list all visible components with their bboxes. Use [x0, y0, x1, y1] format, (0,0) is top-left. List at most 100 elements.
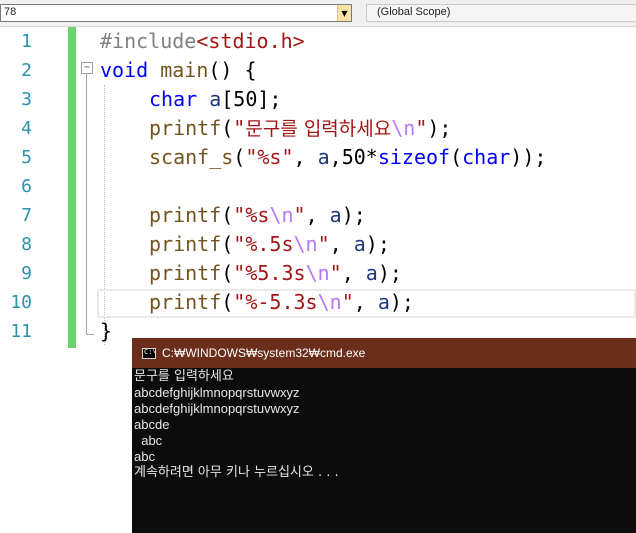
variable: a [209, 87, 222, 111]
escape-sequence: \n [317, 290, 342, 314]
console-line: 계속하려면 아무 키나 누르십시오 . . . [134, 465, 339, 480]
punctuation: ( [221, 290, 234, 314]
console-icon-text: C:\ [144, 348, 157, 356]
variable: a [353, 232, 366, 256]
escape-sequence: \n [269, 203, 294, 227]
variable: a [377, 290, 390, 314]
string-quote: " [341, 290, 354, 314]
line-number: 10 [10, 292, 32, 313]
punctuation: , [341, 261, 366, 285]
punctuation: , [353, 290, 378, 314]
string-quote: " [415, 116, 428, 140]
function-name: printf [149, 232, 222, 256]
function-name: printf [149, 203, 222, 227]
closing-brace: } [100, 319, 113, 343]
punctuation: , [305, 203, 330, 227]
code-line-2[interactable]: void main() { [100, 56, 257, 85]
string-quote: " [233, 261, 246, 285]
expression: ,50* [329, 145, 378, 169]
punctuation: , [293, 145, 318, 169]
console-window[interactable]: C:\ C:₩WINDOWS₩system32₩cmd.exe 문구를 입력하세… [132, 338, 636, 533]
keyword: void [100, 58, 149, 82]
code-line-5[interactable]: scanf_s("%s", a,50*sizeof(char)); [149, 143, 546, 172]
line-number: 3 [21, 89, 32, 110]
variable: a [317, 145, 330, 169]
collapse-icon[interactable]: − [81, 62, 93, 74]
console-title-bar[interactable]: C:\ C:₩WINDOWS₩system32₩cmd.exe [132, 338, 636, 368]
punctuation: ( [221, 203, 234, 227]
line-number: 6 [21, 176, 32, 197]
member-dropdown[interactable]: (Global Scope) [366, 4, 636, 22]
punctuation: ( [221, 261, 234, 285]
string-quote: " [317, 232, 330, 256]
line-number: 9 [21, 263, 32, 284]
keyword: sizeof [377, 145, 451, 169]
string-quote: " [233, 232, 246, 256]
scope-dropdown[interactable]: 78 ▼ [0, 4, 352, 22]
function-name: printf [149, 261, 222, 285]
punctuation: )); [510, 145, 547, 169]
line-number: 4 [21, 118, 32, 139]
function-name: main [160, 58, 209, 82]
code-line-3[interactable]: char a[50]; [149, 85, 281, 114]
escape-sequence: \n [305, 261, 330, 285]
include-header: <stdio.h> [196, 29, 305, 53]
scope-dropdown-value: 78 [4, 6, 17, 18]
punctuation: , [329, 232, 354, 256]
console-line: abc [134, 433, 163, 448]
format-specifier: %-5.3s [245, 290, 318, 314]
console-line: 문구를 입력하세요 [134, 369, 234, 384]
code-line-9[interactable]: printf("%5.3s\n", a); [149, 259, 402, 288]
punctuation: ); [389, 290, 414, 314]
line-number: 7 [21, 205, 32, 226]
format-specifier: %5.3s [245, 261, 306, 285]
punctuation: () { [208, 58, 257, 82]
keyword: char [149, 87, 198, 111]
line-number: 5 [21, 147, 32, 168]
punctuation: ); [427, 116, 452, 140]
preprocessor-directive: #include [100, 29, 197, 53]
console-title: C:₩WINDOWS₩system32₩cmd.exe [162, 346, 366, 360]
line-number: 2 [21, 60, 32, 81]
function-name: printf [149, 116, 222, 140]
console-line: abcdefghijklmnopqrstuvwxyz [134, 401, 300, 416]
code-line-11[interactable]: } [100, 317, 112, 346]
function-name: printf [149, 290, 222, 314]
punctuation: ( [450, 145, 463, 169]
chevron-down-icon[interactable]: ▼ [337, 5, 351, 21]
fold-guide [86, 74, 87, 334]
string-quote: " [233, 116, 246, 140]
console-app-icon: C:\ [142, 348, 157, 359]
line-number: 11 [10, 321, 32, 342]
string-quote: " [329, 261, 342, 285]
keyword: char [462, 145, 511, 169]
console-line: abcdefghijklmnopqrstuvwxyz [134, 385, 300, 400]
code-line-4[interactable]: printf("문구를 입력하세요\n"); [149, 114, 451, 144]
code-line-1[interactable]: #include<stdio.h> [100, 27, 305, 56]
console-line: abcde [134, 417, 170, 432]
change-tracking-bar [68, 27, 76, 348]
punctuation: ); [377, 261, 402, 285]
console-line: abc [134, 449, 155, 464]
format-specifier: %.5s [245, 232, 294, 256]
variable: a [329, 203, 342, 227]
punctuation: ); [341, 203, 366, 227]
navigation-bar: 78 ▼ (Global Scope) [0, 0, 636, 27]
console-output: 문구를 입력하세요 abcdefghijklmnopqrstuvwxyz abc… [134, 369, 339, 481]
punctuation: ( [221, 232, 234, 256]
escape-sequence: \n [391, 116, 416, 140]
code-line-7[interactable]: printf("%s\n", a); [149, 201, 366, 230]
punctuation: ( [233, 145, 246, 169]
line-number: 8 [21, 234, 32, 255]
function-name: scanf_s [149, 145, 234, 169]
variable: a [365, 261, 378, 285]
punctuation: [50]; [221, 87, 282, 111]
code-line-10[interactable]: printf("%-5.3s\n", a); [149, 288, 414, 317]
escape-sequence: \n [293, 232, 318, 256]
string-literal: "%s" [245, 145, 294, 169]
code-line-8[interactable]: printf("%.5s\n", a); [149, 230, 390, 259]
format-specifier: %s [245, 203, 270, 227]
fold-guide-end [86, 334, 94, 335]
